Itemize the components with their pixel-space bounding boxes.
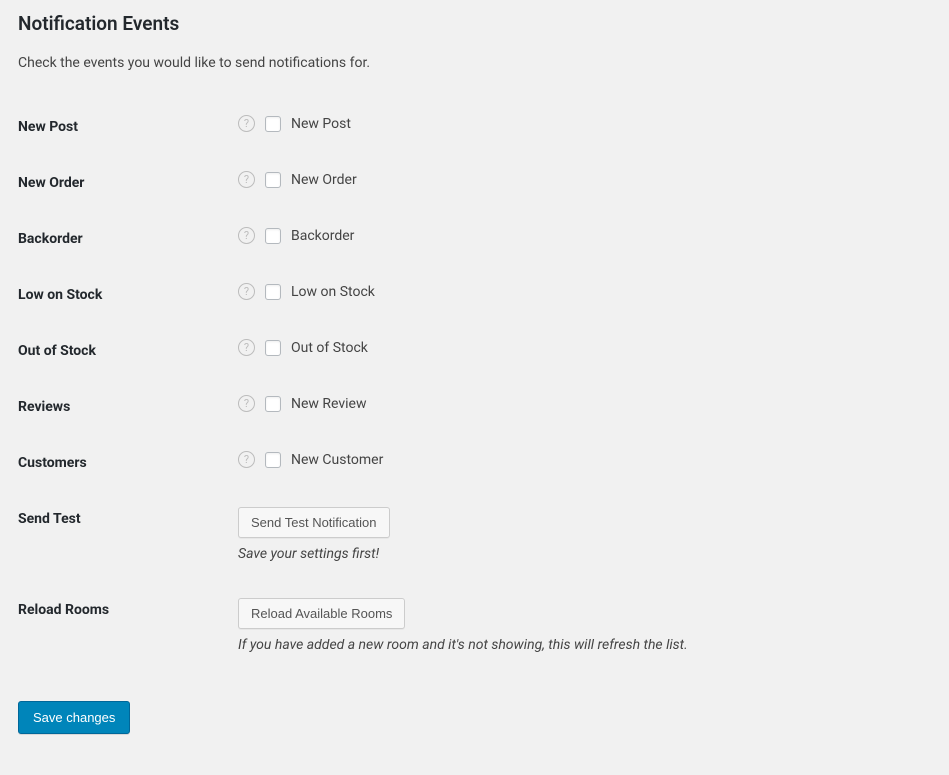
help-icon[interactable]: ? [238,451,255,468]
help-icon[interactable]: ? [238,171,255,188]
new-post-checkbox-label: New Post [291,116,351,132]
new-post-checkbox[interactable] [265,116,281,132]
row-label-new-post: New Post [18,99,238,155]
out-of-stock-checkbox[interactable] [265,340,281,356]
reload-rooms-hint: If you have added a new room and it's no… [238,637,921,653]
low-stock-checkbox-label: Low on Stock [291,284,375,300]
new-order-checkbox-label: New Order [291,172,357,188]
row-label-low-stock: Low on Stock [18,267,238,323]
new-order-checkbox[interactable] [265,172,281,188]
row-label-send-test: Send Test [18,491,238,582]
out-of-stock-checkbox-label: Out of Stock [291,340,368,356]
help-icon[interactable]: ? [238,339,255,356]
low-stock-checkbox[interactable] [265,284,281,300]
settings-table: New Post ? New Post New Order ? New Orde… [18,99,931,673]
help-icon[interactable]: ? [238,227,255,244]
help-icon[interactable]: ? [238,283,255,300]
section-description: Check the events you would like to send … [18,55,931,71]
reload-rooms-button[interactable]: Reload Available Rooms [238,598,405,629]
backorder-checkbox[interactable] [265,228,281,244]
customers-checkbox-label: New Customer [291,452,383,468]
send-test-button[interactable]: Send Test Notification [238,507,390,538]
row-label-backorder: Backorder [18,211,238,267]
help-icon[interactable]: ? [238,115,255,132]
row-label-reload-rooms: Reload Rooms [18,582,238,673]
reviews-checkbox-label: New Review [291,396,367,412]
backorder-checkbox-label: Backorder [291,228,354,244]
row-label-new-order: New Order [18,155,238,211]
reviews-checkbox[interactable] [265,396,281,412]
customers-checkbox[interactable] [265,452,281,468]
send-test-hint: Save your settings first! [238,546,921,562]
help-icon[interactable]: ? [238,395,255,412]
save-changes-button[interactable]: Save changes [18,701,130,734]
row-label-reviews: Reviews [18,379,238,435]
section-title: Notification Events [18,12,931,35]
row-label-customers: Customers [18,435,238,491]
row-label-out-of-stock: Out of Stock [18,323,238,379]
